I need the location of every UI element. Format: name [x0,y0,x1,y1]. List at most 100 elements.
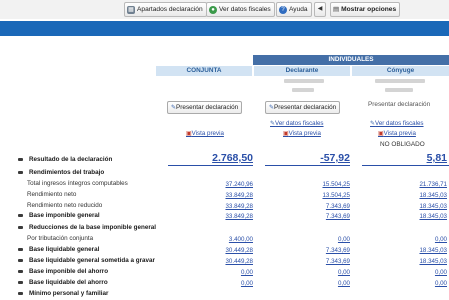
ver-datos-fiscales-declarante-link[interactable]: ✎Ver datos fiscales [270,120,324,127]
blue-header-bar [0,21,449,36]
vista-previa-conyuge-link[interactable]: ▣Vista previa [378,130,416,137]
row-value-declarante[interactable]: 7.343,69 [326,213,350,220]
row-label: Base liquidable general [18,246,99,253]
presentar-conjunta-button[interactable]: ✎Presentar declaración [167,101,243,114]
row-value-conyuge[interactable]: 0,00 [435,280,447,287]
vista-previa-label: Vista previa [191,130,224,137]
row-label-text: Reducciones de la base imponible general [29,224,157,231]
row-label: Mínimo personal y familiar [18,290,108,297]
row-value-conjunta[interactable]: 33.849,28 [225,213,253,220]
bullet-icon [18,214,23,217]
row-label: Por tributación conjunta [27,235,93,242]
redacted-name [375,79,425,83]
green-circle-icon: ● [209,5,217,14]
help-icon: ? [279,5,287,14]
sections-icon: ▦ [127,5,135,14]
presentar-label: Presentar declaración [274,104,337,111]
result-underline [362,165,449,166]
bullet-icon [18,171,23,174]
row-value-conjunta[interactable]: 33.849,28 [225,203,253,210]
row-label: Base liquidable general sometida a grava… [18,257,155,264]
row-label-text: Mínimo personal y familiar [29,290,109,297]
row-label: Base liquidable del ahorro [18,279,108,286]
row-label: Rendimiento neto reducido [27,202,102,209]
row-value-conyuge[interactable]: 18.345,03 [419,213,447,220]
arrow-button[interactable]: ◀ [314,2,326,17]
row-label: Reducciones de la base imponible general [18,224,156,231]
vista-previa-label: Vista previa [383,130,416,137]
row-value-declarante[interactable]: 7.343,69 [326,203,350,210]
ver-datos-fiscales-conyuge-link[interactable]: ✎Ver datos fiscales [370,120,424,127]
ver-datos-label: Ver datos fiscales [275,120,324,127]
redacted-name [284,79,324,83]
row-value-conyuge[interactable]: 0,00 [435,269,447,276]
row-value-conyuge[interactable]: 18.345,03 [419,192,447,199]
row-label-text: Base liquidable general [29,246,100,253]
presentar-conyuge-text: Presentar declaración [368,101,431,108]
apartados-declaracion-button[interactable]: ▦ Apartados declaración [124,2,207,17]
result-underline [168,165,253,166]
row-value-declarante[interactable]: 0,00 [338,236,350,243]
row-label-text: Base liquidable del ahorro [29,279,108,286]
resultado-text: Resultado de la declaración [29,156,113,163]
row-value-conjunta[interactable]: 37.240,96 [225,181,253,188]
row-label: Base imponible del ahorro [18,268,108,275]
ver-datos-fiscales-button[interactable]: ● Ver datos fiscales [206,2,275,17]
mostrar-label: Mostrar opciones [341,6,397,13]
row-value-conjunta[interactable]: 0,00 [241,280,253,287]
conyuge-header: Cónyuge [352,66,449,76]
ayuda-button[interactable]: ? Ayuda [276,2,312,17]
row-value-conjunta[interactable]: 30.449,28 [225,247,253,254]
row-label-text: Rendimiento neto reducido [27,202,103,209]
row-value-conjunta[interactable]: 3.400,00 [229,236,253,243]
row-label-text: Total ingresos íntegros computables [27,180,128,187]
conjunta-header: CONJUNTA [156,66,252,76]
row-value-declarante[interactable]: 13.504,25 [322,192,350,199]
row-label-text: Base imponible general [29,212,100,219]
resultado-label: Resultado de la declaración [18,156,112,163]
row-label-text: Rendimiento neto [27,191,77,198]
row-value-conyuge[interactable]: 0,00 [435,236,447,243]
row-label-text: Por tributación conjunta [27,235,94,242]
individuales-header: INDIVIDUALES [253,55,449,65]
row-value-declarante[interactable]: 15.504,25 [322,181,350,188]
menu-icon: ▤ [333,6,340,13]
resultado-declarante-value[interactable]: -57,92 [320,152,350,164]
row-value-conyuge[interactable]: 18.345,03 [419,247,447,254]
row-value-conjunta[interactable]: 30.449,28 [225,258,253,265]
apartados-label: Apartados declaración [137,6,203,13]
row-label: Base imponible general [18,212,100,219]
row-value-declarante[interactable]: 7.343,69 [326,258,350,265]
no-obligado-text: NO OBLIGADO [380,141,425,148]
mostrar-opciones-button[interactable]: ▤ Mostrar opciones [330,2,401,17]
row-value-conyuge[interactable]: 18.345,03 [419,258,447,265]
bullet-icon [18,158,23,161]
result-underline [265,165,350,166]
vista-previa-label: Vista previa [288,130,321,137]
row-value-declarante[interactable]: 0,00 [338,280,350,287]
bullet-icon [18,292,23,295]
row-value-conjunta[interactable]: 33.849,28 [225,192,253,199]
toolbar: ▦ Apartados declaración ● Ver datos fisc… [0,0,449,19]
row-value-conyuge[interactable]: 18.345,03 [419,203,447,210]
vista-previa-declarante-link[interactable]: ▣Vista previa [283,130,321,137]
bullet-icon [18,226,23,229]
row-label-text: Base imponible del ahorro [29,268,109,275]
bullet-icon [18,281,23,284]
redacted-id [292,88,314,92]
row-value-declarante[interactable]: 7.343,69 [326,247,350,254]
resultado-conjunta-value[interactable]: 2.768,50 [212,152,253,164]
row-label-text: Base liquidable general sometida a grava… [29,257,155,264]
presentar-declarante-button[interactable]: ✎Presentar declaración [265,101,341,114]
presentar-label: Presentar declaración [176,104,239,111]
row-label-text: Rendimientos del trabajo [29,169,105,176]
row-value-declarante[interactable]: 0,00 [338,269,350,276]
row-value-conyuge[interactable]: 21.736,71 [419,181,447,188]
arrow-left-icon: ◀ [317,6,323,12]
row-value-conjunta[interactable]: 0,00 [241,269,253,276]
row-label: Rendimientos del trabajo [18,169,104,176]
vista-previa-conjunta-link[interactable]: ▣Vista previa [186,130,224,137]
redacted-id [385,88,413,92]
declarante-header: Declarante [254,66,350,76]
resultado-conyuge-value[interactable]: 5,81 [427,152,447,164]
